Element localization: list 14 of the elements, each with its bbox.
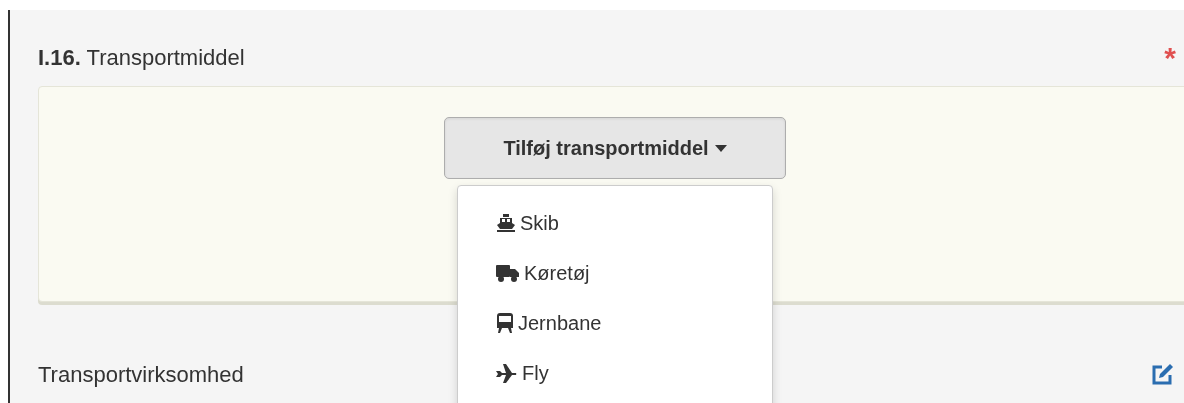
edit-icon[interactable]: [1150, 363, 1174, 387]
section-heading: I.16. Transportmiddel: [38, 45, 245, 71]
menu-item[interactable]: Fly: [458, 348, 772, 398]
menu-item[interactable]: Køretøj: [458, 248, 772, 298]
caret-icon: [714, 144, 727, 152]
truck-icon: [496, 263, 520, 283]
ship-icon: [496, 213, 516, 233]
add-transport-button[interactable]: Tilføj transportmiddel: [444, 117, 786, 179]
bus-icon: [496, 313, 514, 333]
field-label: Transportvirksomhed: [38, 362, 244, 388]
menu-item[interactable]: Jernbane: [458, 298, 772, 348]
menu-item[interactable]: Skib: [458, 198, 772, 248]
required-mark: *: [1164, 43, 1176, 73]
airplane-icon: [496, 363, 518, 383]
